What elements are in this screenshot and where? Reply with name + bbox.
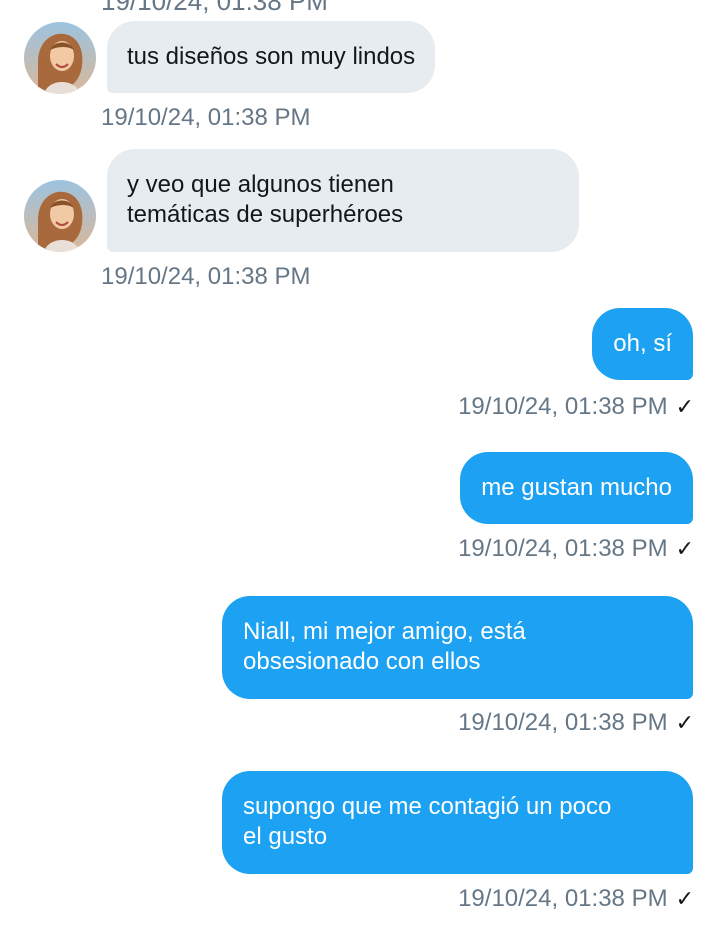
avatar[interactable]	[24, 180, 96, 252]
message-timestamp: 19/10/24, 01:38 PM	[458, 885, 668, 912]
avatar-photo-icon	[24, 22, 96, 94]
check-icon: ✓	[675, 710, 694, 735]
message-timestamp: 19/10/24, 01:38 PM	[101, 263, 311, 290]
avatar[interactable]	[24, 22, 96, 94]
message-timestamp: 19/10/24, 01:38 PM	[458, 535, 668, 562]
message-timestamp-row: 19/10/24, 01:38 PM ✓	[458, 393, 694, 421]
incoming-message-bubble[interactable]: y veo que algunos tienen temáticas de su…	[107, 149, 579, 252]
outgoing-message-bubble[interactable]: oh, sí	[592, 308, 693, 380]
check-icon: ✓	[675, 536, 694, 561]
avatar-photo-icon	[24, 180, 96, 252]
outgoing-message-bubble[interactable]: Niall, mi mejor amigo, está obsesionado …	[222, 596, 693, 699]
incoming-message-bubble[interactable]: tus diseños son muy lindos	[107, 21, 436, 93]
check-icon: ✓	[675, 886, 694, 911]
previous-timestamp-partial: 19/10/24, 01:38 PM	[101, 0, 328, 16]
outgoing-message-bubble[interactable]: supongo que me contagió un poco el gusto	[222, 771, 693, 874]
message-timestamp-row: 19/10/24, 01:38 PM ✓	[458, 709, 694, 737]
message-timestamp: 19/10/24, 01:38 PM	[458, 393, 668, 420]
message-timestamp-row: 19/10/24, 01:38 PM ✓	[458, 885, 694, 913]
message-timestamp-row: 19/10/24, 01:38 PM ✓	[458, 535, 694, 563]
message-timestamp: 19/10/24, 01:38 PM	[101, 104, 311, 131]
message-timestamp: 19/10/24, 01:38 PM	[458, 709, 668, 736]
check-icon: ✓	[675, 394, 694, 419]
outgoing-message-bubble[interactable]: me gustan mucho	[460, 452, 693, 524]
